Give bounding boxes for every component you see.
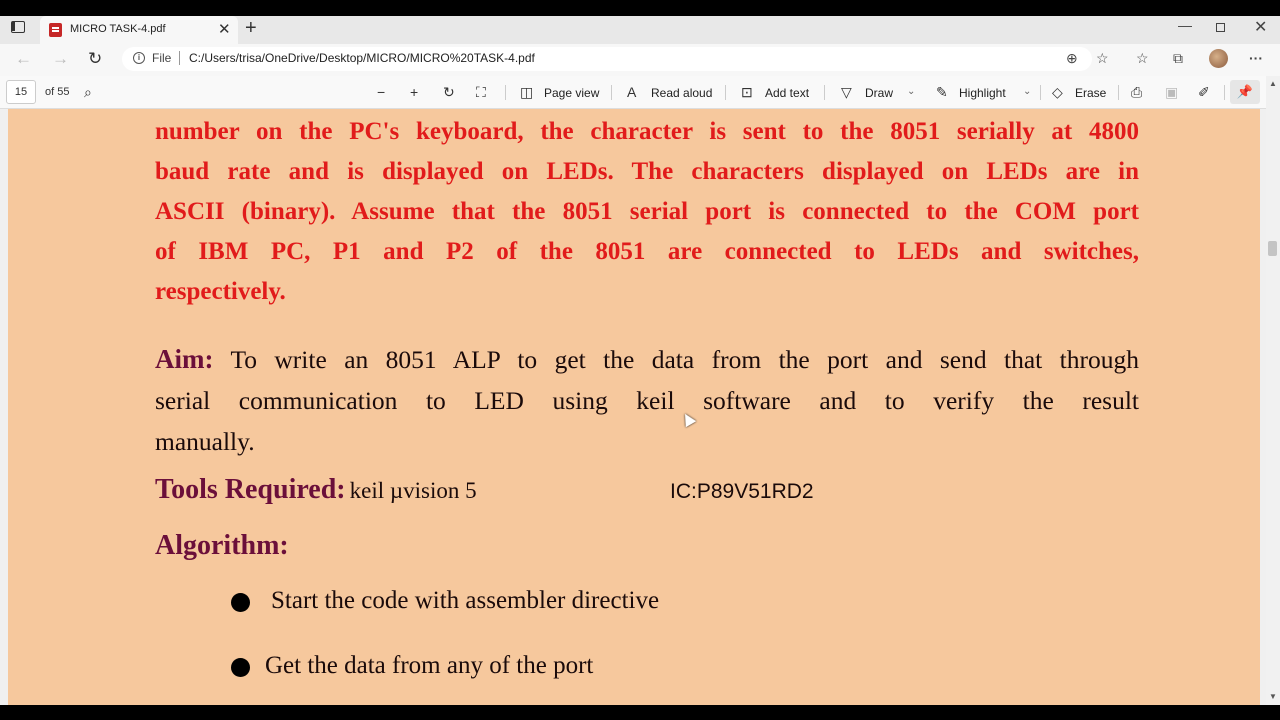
window-maximize-button[interactable] xyxy=(1216,23,1225,32)
zoom-in-icon[interactable]: + xyxy=(410,84,418,100)
toolbar-divider xyxy=(725,85,726,100)
page-number-input[interactable]: 15 xyxy=(6,80,36,104)
screen-bottom-border xyxy=(0,705,1280,720)
add-favorite-icon[interactable]: ☆ xyxy=(1096,50,1109,67)
ic-value: IC:P89V51RD2 xyxy=(670,480,814,503)
search-icon[interactable]: ⌕ xyxy=(84,84,92,101)
scrollbar-thumb[interactable] xyxy=(1268,241,1277,256)
add-text-icon: ⊡ xyxy=(741,84,753,100)
page-view-button[interactable]: Page view xyxy=(544,86,599,100)
profile-avatar[interactable] xyxy=(1209,49,1228,68)
save-icon[interactable]: ▣ xyxy=(1165,84,1178,101)
erase-button[interactable]: Erase xyxy=(1075,86,1106,100)
page-view-icon: ◫ xyxy=(520,84,534,100)
toolbar-divider xyxy=(1118,85,1119,100)
tools-heading: Tools Required: xyxy=(155,474,346,505)
problem-line: baud rate and is displayed on LEDs. The … xyxy=(155,158,1139,185)
problem-line: ASCII (binary). Assume that the 8051 ser… xyxy=(155,198,1139,225)
tools-section: Tools Required: keil µvision 5 xyxy=(155,474,477,506)
window-close-button[interactable]: ✕ xyxy=(1254,17,1267,37)
draw-button[interactable]: Draw xyxy=(865,86,893,100)
print-icon[interactable]: ⎙ xyxy=(1131,84,1142,101)
toolbar-divider xyxy=(1040,85,1041,100)
aim-line: To write an 8051 ALP to get the data fro… xyxy=(230,345,1139,374)
aim-line: serial communication to LED using keil s… xyxy=(155,386,1139,415)
problem-statement: number on the PC's keyboard, the charact… xyxy=(155,112,1139,312)
algorithm-heading: Algorithm: xyxy=(155,530,289,561)
save-as-icon[interactable]: ✐ xyxy=(1198,84,1210,101)
rotate-icon[interactable]: ↻ xyxy=(443,84,455,101)
add-text-button[interactable]: Add text xyxy=(765,86,809,100)
read-aloud-button[interactable]: Read aloud xyxy=(651,86,712,100)
pdf-file-icon xyxy=(49,23,62,37)
algorithm-step: Get the data from any of the port xyxy=(265,652,594,679)
toolbar-divider xyxy=(824,85,825,100)
tab-actions-icon[interactable] xyxy=(11,21,25,33)
problem-line: of IBM PC, P1 and P2 of the 8051 are con… xyxy=(155,238,1139,265)
info-icon[interactable]: i xyxy=(133,52,145,64)
page-total-label: of 55 xyxy=(45,86,70,98)
tools-value: keil µvision 5 xyxy=(349,478,477,503)
bullet-icon xyxy=(231,658,250,677)
scroll-down-icon[interactable]: ▼ xyxy=(1269,692,1277,701)
vertical-scrollbar[interactable] xyxy=(1266,76,1280,705)
back-arrow-icon[interactable]: ← xyxy=(15,49,32,69)
toolbar-divider xyxy=(611,85,612,100)
highlight-button[interactable]: Highlight xyxy=(959,86,1006,100)
pin-toolbar-icon[interactable]: 📌 xyxy=(1230,80,1260,104)
toolbar-divider xyxy=(505,85,506,100)
aim-section: Aim: To write an 8051 ALP to get the dat… xyxy=(155,339,1139,462)
url-scheme-label: File xyxy=(152,51,172,65)
zoom-out-icon[interactable]: − xyxy=(377,84,385,100)
favorites-icon[interactable]: ☆ xyxy=(1136,50,1149,67)
reload-icon[interactable]: ↻ xyxy=(88,49,102,69)
url-text[interactable]: C:/Users/trisa/OneDrive/Desktop/MICRO/MI… xyxy=(189,51,535,65)
highlight-icon: ✎ xyxy=(936,84,948,100)
toolbar-divider xyxy=(1224,85,1225,100)
aim-heading: Aim: xyxy=(155,344,214,374)
screen-top-border xyxy=(0,0,1280,16)
scroll-up-icon[interactable]: ▲ xyxy=(1269,79,1277,88)
tab-pdf[interactable]: MICRO TASK-4.pdf ✕ xyxy=(40,16,238,44)
read-aloud-icon: A xyxy=(627,84,637,100)
chevron-down-icon[interactable]: ⌄ xyxy=(1023,86,1031,97)
collections-icon[interactable]: ⧉ xyxy=(1173,50,1183,67)
eraser-icon: ◇ xyxy=(1052,84,1063,100)
new-tab-button[interactable]: + xyxy=(245,17,257,40)
problem-line: respectively. xyxy=(155,278,286,305)
draw-icon: ▽ xyxy=(841,84,852,100)
window-minimize-button[interactable]: — xyxy=(1178,17,1192,33)
problem-line: number on the PC's keyboard, the charact… xyxy=(155,118,1139,145)
aim-line: manually. xyxy=(155,427,255,456)
more-menu-icon[interactable]: ··· xyxy=(1249,50,1263,66)
algorithm-step: Start the code with assembler directive xyxy=(271,587,660,614)
fit-page-icon[interactable]: ⛶ xyxy=(476,84,486,101)
zoom-icon[interactable]: ⊕ xyxy=(1066,50,1078,67)
chevron-down-icon[interactable]: ⌄ xyxy=(907,86,915,97)
tab-title: MICRO TASK-4.pdf xyxy=(70,23,166,35)
tab-close-icon[interactable]: ✕ xyxy=(218,20,231,38)
url-divider xyxy=(179,51,180,65)
bullet-icon xyxy=(231,593,250,612)
forward-arrow-icon[interactable]: → xyxy=(52,49,69,69)
